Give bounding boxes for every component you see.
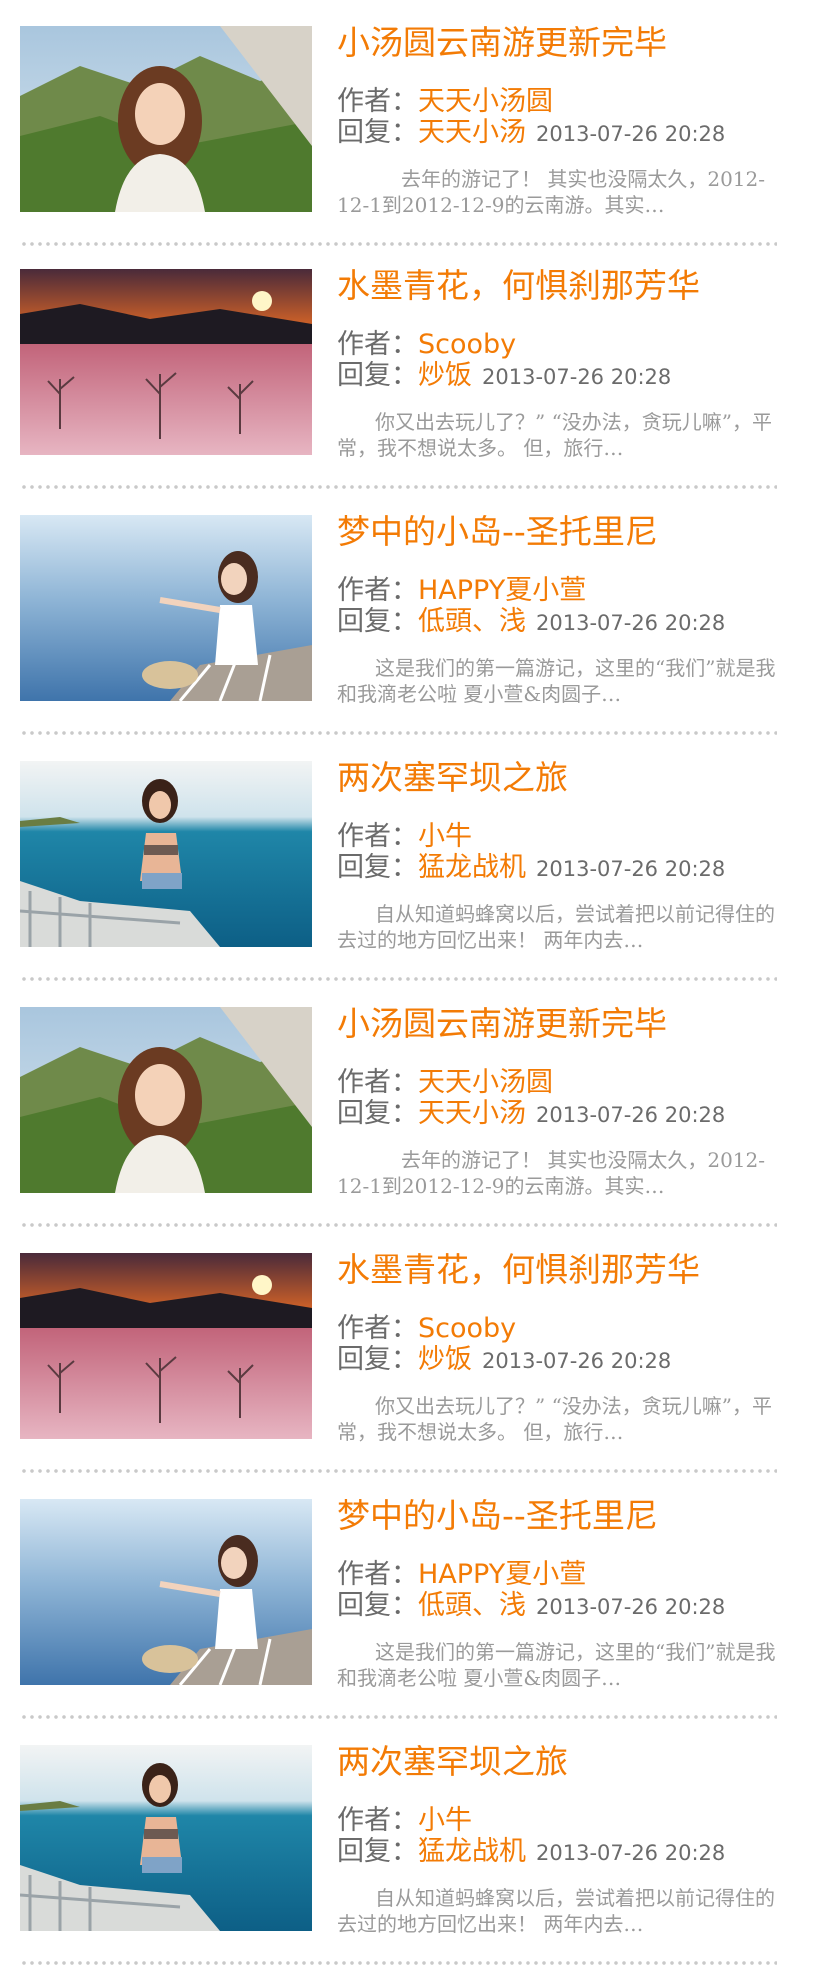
author-name[interactable]: 小牛 [418,821,472,852]
post-excerpt: 你又出去玩儿了？” “没办法，贪玩儿嘛”，平常，我不想说太多。 但，旅行… [337,410,773,460]
post-author-line: 作者：天天小汤圆 [337,86,553,118]
post-title[interactable]: 梦中的小岛--圣托里尼 [337,509,807,555]
sunset-snow-photo [20,1253,312,1439]
reply-user[interactable]: 炒饭 [418,1344,472,1375]
post-title[interactable]: 梦中的小岛--圣托里尼 [337,1493,807,1539]
reply-time: 2013-07-26 20:28 [536,122,726,146]
post-title[interactable]: 水墨青花，何惧刹那芳华 [337,263,807,309]
author-label: 作者： [337,575,418,606]
post-item[interactable]: 水墨青花，何惧刹那芳华 作者：Scooby 回复：炒饭 2013-07-26 20… [0,1227,817,1473]
author-label: 作者： [337,329,418,360]
post-reply-line: 回复：天天小汤 2013-07-26 20:28 [337,117,725,150]
post-thumbnail[interactable] [20,1253,312,1439]
post-title[interactable]: 两次塞罕坝之旅 [337,755,807,801]
post-item[interactable]: 两次塞罕坝之旅 作者：小牛 回复：猛龙战机 2013-07-26 20:28 自从… [0,1719,817,1965]
reply-label: 回复： [337,360,418,391]
author-name[interactable]: 天天小汤圆 [418,86,553,117]
reply-label: 回复： [337,606,418,637]
post-reply-line: 回复：低頭、浅 2013-07-26 20:28 [337,606,725,639]
island-pier-photo [20,1499,312,1685]
sunset-snow-photo [20,269,312,455]
sea-dock-photo [20,761,312,947]
reply-time: 2013-07-26 20:28 [536,1841,726,1865]
post-reply-line: 回复：猛龙战机 2013-07-26 20:28 [337,1836,725,1869]
post-item[interactable]: 两次塞罕坝之旅 作者：小牛 回复：猛龙战机 2013-07-26 20:28 自从… [0,735,817,981]
reply-user[interactable]: 天天小汤 [418,117,526,148]
author-label: 作者： [337,1805,418,1836]
post-thumbnail[interactable] [20,269,312,455]
reply-time: 2013-07-26 20:28 [482,1349,672,1373]
post-reply-line: 回复：猛龙战机 2013-07-26 20:28 [337,852,725,885]
post-item[interactable]: 梦中的小岛--圣托里尼 作者：HAPPY夏小萱 回复：低頭、浅 2013-07-2… [0,489,817,735]
post-reply-line: 回复：炒饭 2013-07-26 20:28 [337,1344,671,1377]
dotted-divider [20,1961,777,1965]
reply-user[interactable]: 猛龙战机 [418,852,526,883]
reply-label: 回复： [337,117,418,148]
post-author-line: 作者：HAPPY夏小萱 [337,1559,586,1591]
post-title[interactable]: 水墨青花，何惧刹那芳华 [337,1247,807,1293]
reply-user[interactable]: 猛龙战机 [418,1836,526,1867]
reply-user[interactable]: 低頭、浅 [418,1590,526,1621]
reply-label: 回复： [337,852,418,883]
author-name[interactable]: Scooby [418,1313,516,1344]
post-item[interactable]: 水墨青花，何惧刹那芳华 作者：Scooby 回复：炒饭 2013-07-26 20… [0,243,817,489]
post-thumbnail[interactable] [20,1499,312,1685]
post-excerpt: 去年的游记了！ 其实也没隔太久，2012-12-1到2012-12-9的云南游。… [337,167,766,217]
reply-label: 回复： [337,1344,418,1375]
post-title[interactable]: 小汤圆云南游更新完毕 [337,1001,807,1047]
post-excerpt: 你又出去玩儿了？” “没办法，贪玩儿嘛”，平常，我不想说太多。 但，旅行… [337,1394,773,1444]
reply-label: 回复： [337,1098,418,1129]
reply-time: 2013-07-26 20:28 [536,1103,726,1127]
post-thumbnail[interactable] [20,515,312,701]
author-name[interactable]: Scooby [418,329,516,360]
author-label: 作者： [337,1067,418,1098]
author-label: 作者： [337,86,418,117]
author-label: 作者： [337,1559,418,1590]
post-excerpt: 这是我们的第一篇游记，这里的“我们”就是我和我滴老公啦 夏小萱&肉圆子… [337,656,776,706]
post-item[interactable]: 小汤圆云南游更新完毕 作者：天天小汤圆 回复：天天小汤 2013-07-26 20… [0,0,817,246]
island-pier-photo [20,515,312,701]
reply-user[interactable]: 天天小汤 [418,1098,526,1129]
post-thumbnail[interactable] [20,26,312,212]
post-author-line: 作者：小牛 [337,821,472,853]
post-item[interactable]: 小汤圆云南游更新完毕 作者：天天小汤圆 回复：天天小汤 2013-07-26 20… [0,981,817,1227]
reply-time: 2013-07-26 20:28 [536,857,726,881]
mountain-woman-photo [20,1007,312,1193]
post-title[interactable]: 小汤圆云南游更新完毕 [337,20,807,66]
author-label: 作者： [337,1313,418,1344]
post-excerpt: 这是我们的第一篇游记，这里的“我们”就是我和我滴老公啦 夏小萱&肉圆子… [337,1640,776,1690]
author-name[interactable]: HAPPY夏小萱 [418,1559,586,1590]
post-author-line: 作者：天天小汤圆 [337,1067,553,1099]
post-reply-line: 回复：低頭、浅 2013-07-26 20:28 [337,1590,725,1623]
sea-dock-photo [20,1745,312,1931]
post-excerpt: 自从知道蚂蜂窝以后，尝试着把以前记得住的去过的地方回忆出来！ 两年内去… [337,902,775,952]
post-author-line: 作者：小牛 [337,1805,472,1837]
author-label: 作者： [337,821,418,852]
post-title[interactable]: 两次塞罕坝之旅 [337,1739,807,1785]
post-author-line: 作者：Scooby [337,329,516,361]
post-thumbnail[interactable] [20,1745,312,1931]
reply-label: 回复： [337,1836,418,1867]
post-thumbnail[interactable] [20,761,312,947]
post-reply-line: 回复：天天小汤 2013-07-26 20:28 [337,1098,725,1131]
post-excerpt: 去年的游记了！ 其实也没隔太久，2012-12-1到2012-12-9的云南游。… [337,1148,766,1198]
reply-user[interactable]: 炒饭 [418,360,472,391]
post-item[interactable]: 梦中的小岛--圣托里尼 作者：HAPPY夏小萱 回复：低頭、浅 2013-07-2… [0,1473,817,1719]
post-thumbnail[interactable] [20,1007,312,1193]
reply-time: 2013-07-26 20:28 [482,365,672,389]
reply-user[interactable]: 低頭、浅 [418,606,526,637]
post-author-line: 作者：Scooby [337,1313,516,1345]
reply-label: 回复： [337,1590,418,1621]
author-name[interactable]: 天天小汤圆 [418,1067,553,1098]
author-name[interactable]: 小牛 [418,1805,472,1836]
reply-time: 2013-07-26 20:28 [536,611,726,635]
mountain-woman-photo [20,26,312,212]
post-reply-line: 回复：炒饭 2013-07-26 20:28 [337,360,671,393]
author-name[interactable]: HAPPY夏小萱 [418,575,586,606]
post-excerpt: 自从知道蚂蜂窝以后，尝试着把以前记得住的去过的地方回忆出来！ 两年内去… [337,1886,775,1936]
reply-time: 2013-07-26 20:28 [536,1595,726,1619]
post-author-line: 作者：HAPPY夏小萱 [337,575,586,607]
